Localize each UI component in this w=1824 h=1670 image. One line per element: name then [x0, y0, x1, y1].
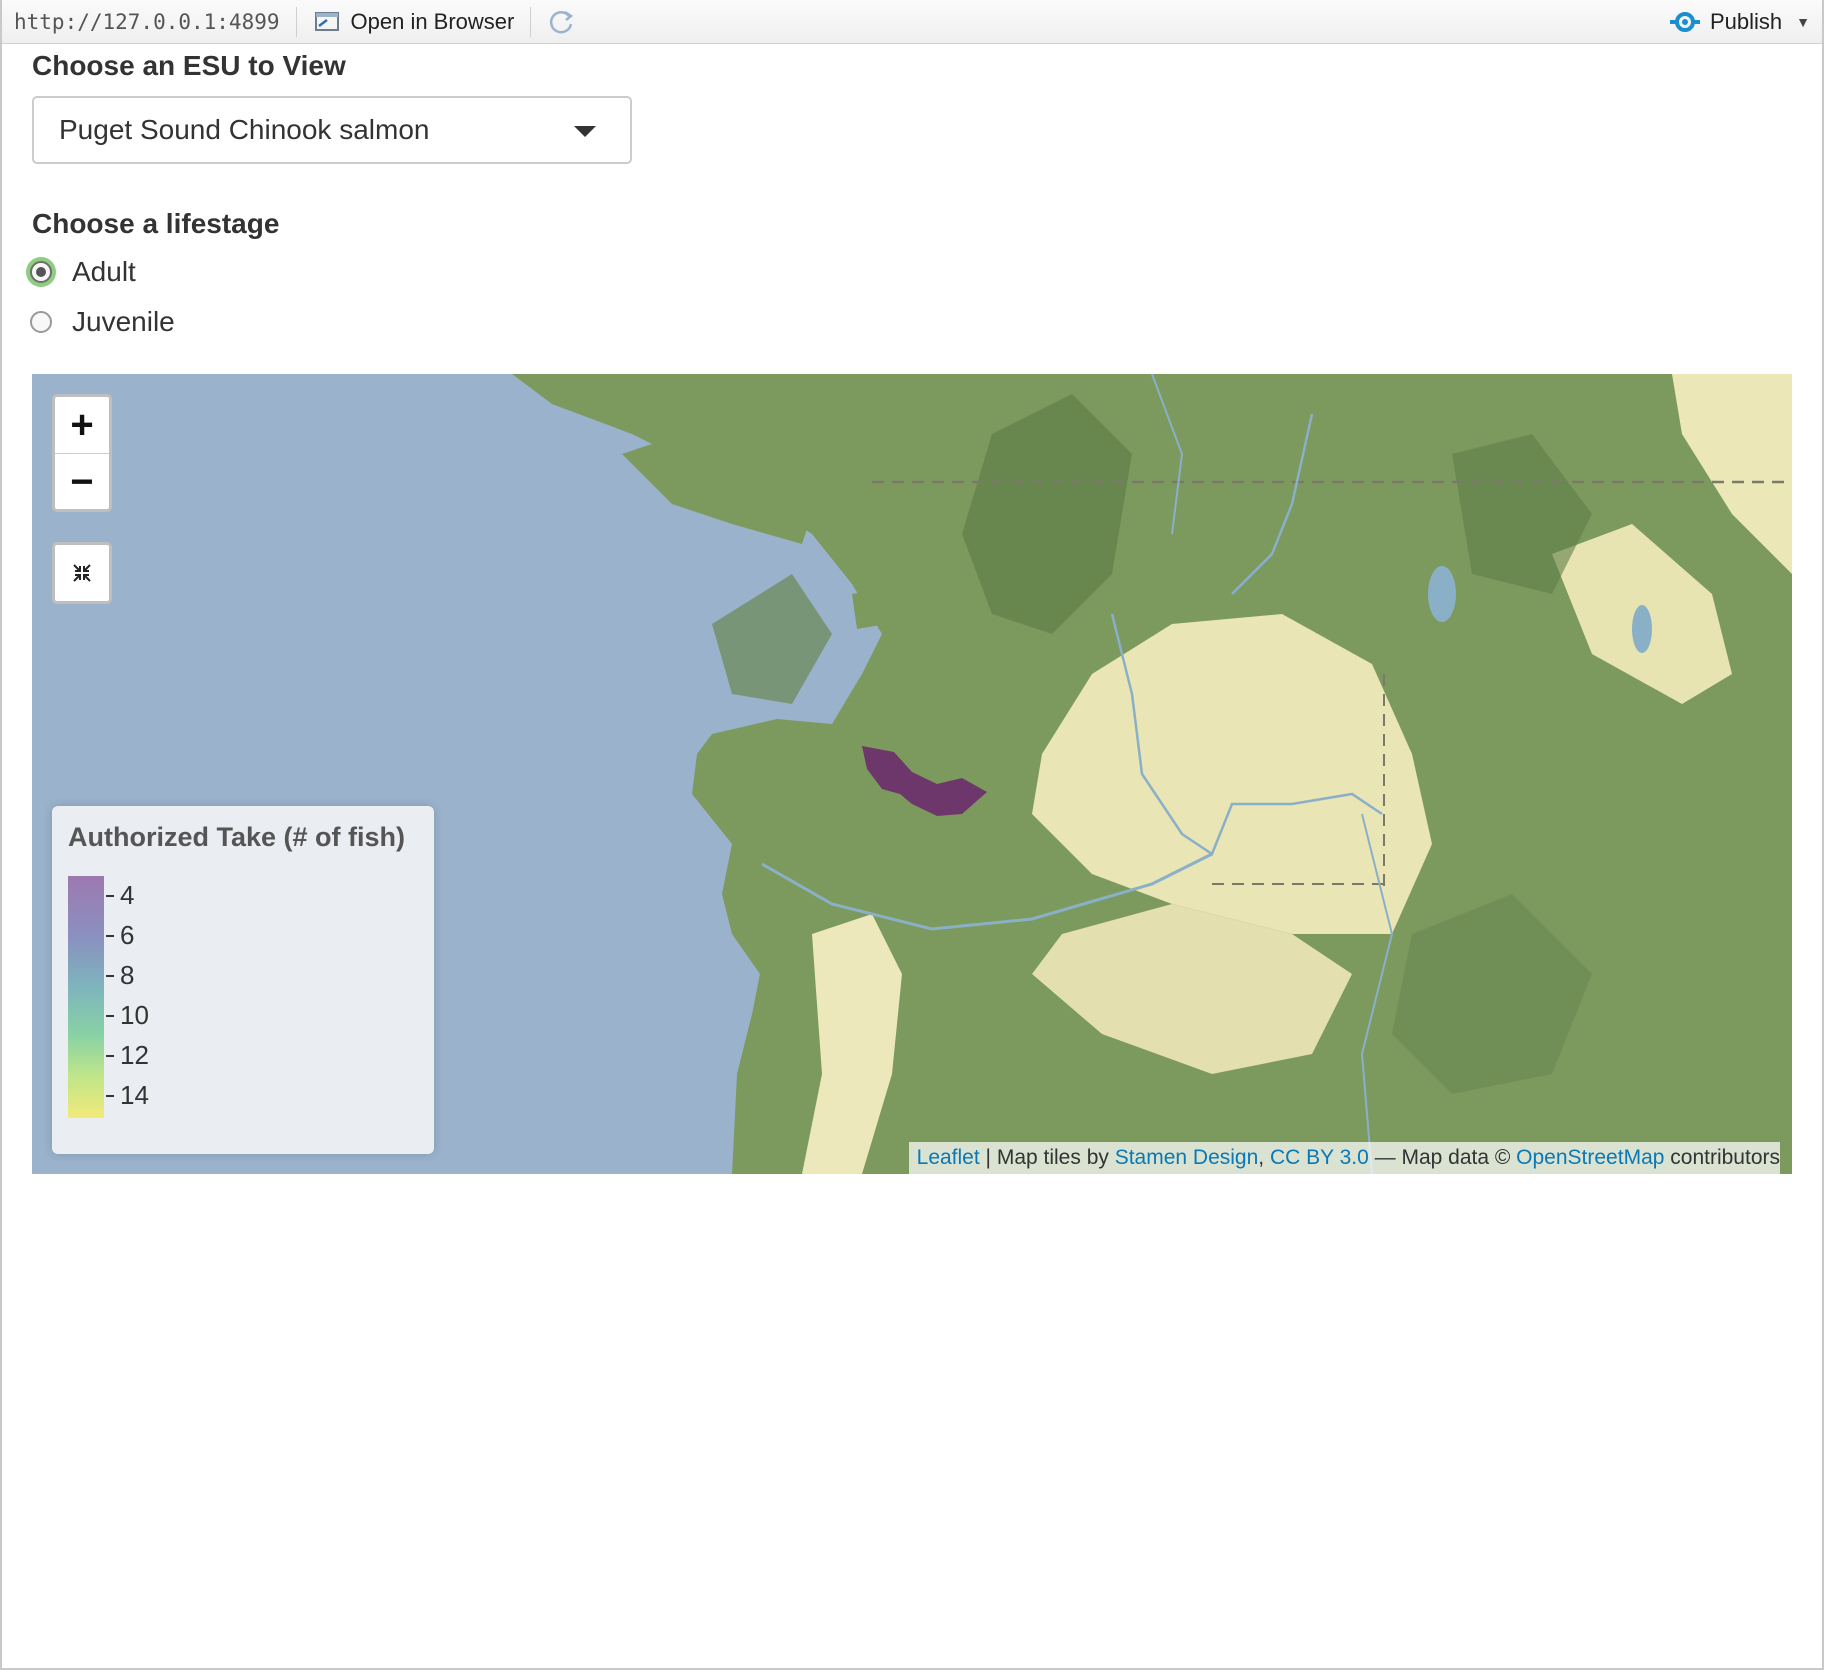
legend-color-bar [68, 876, 104, 1118]
map-legend: Authorized Take (# of fish) 4 6 8 10 12 … [52, 806, 434, 1154]
leaflet-link[interactable]: Leaflet [917, 1146, 980, 1170]
legend-tick: 6 [106, 920, 134, 951]
attribution-text: | Map tiles by [979, 1146, 1115, 1169]
radio-button-juvenile[interactable] [30, 311, 52, 333]
legend-tick: 4 [106, 880, 134, 911]
zoom-out-button[interactable]: − [55, 453, 109, 509]
legend-tick: 14 [106, 1080, 149, 1111]
esu-select[interactable]: Puget Sound Chinook salmon [32, 96, 632, 164]
zoom-in-button[interactable]: + [55, 397, 109, 453]
toolbar-divider [530, 6, 532, 37]
radio-option-adult[interactable]: Adult [30, 256, 136, 288]
collapse-icon [73, 564, 91, 582]
osm-link[interactable]: OpenStreetMap [1516, 1146, 1664, 1170]
publish-button[interactable]: Publish ▼ [1668, 0, 1810, 44]
publish-icon [1669, 12, 1700, 32]
attribution-text: contributors [1664, 1146, 1780, 1169]
legend-tick: 8 [106, 960, 134, 991]
toolbar-divider [295, 6, 297, 37]
radio-label-adult: Adult [72, 256, 136, 287]
zoom-control: + − [52, 394, 112, 512]
dropdown-caret-icon [574, 126, 596, 137]
attribution-text: — Map data © [1368, 1146, 1517, 1169]
esu-selected-value: Puget Sound Chinook salmon [59, 114, 430, 145]
viewer-toolbar: http://127.0.0.1:4899 Open in Browser Pu… [0, 0, 1824, 44]
cc-license-link[interactable]: CC BY 3.0 [1270, 1146, 1369, 1170]
refresh-icon [550, 10, 574, 33]
refresh-button[interactable] [547, 7, 577, 37]
legend-title: Authorized Take (# of fish) [68, 822, 406, 852]
reset-view-button[interactable] [52, 542, 112, 604]
chevron-down-icon: ▼ [1796, 14, 1810, 30]
open-in-browser-label: Open in Browser [350, 8, 515, 34]
lifestage-label: Choose a lifestage [32, 208, 280, 239]
esu-label: Choose an ESU to View [32, 50, 346, 81]
browser-icon [314, 11, 339, 31]
stamen-link[interactable]: Stamen Design [1115, 1146, 1259, 1170]
legend-tick: 10 [106, 1000, 149, 1031]
radio-label-juvenile: Juvenile [72, 306, 175, 337]
legend-tick: 12 [106, 1040, 149, 1071]
map-attribution: Leaflet | Map tiles by Stamen Design , C… [908, 1142, 1780, 1174]
publish-label: Publish [1709, 9, 1783, 34]
open-in-browser-button[interactable]: Open in Browser [313, 8, 515, 35]
radio-option-juvenile[interactable]: Juvenile [30, 306, 175, 338]
url-display: http://127.0.0.1:4899 [14, 9, 280, 34]
leaflet-map[interactable]: + − Authorized Take (# of fish) 4 6 8 10… [32, 374, 1792, 1174]
radio-button-adult[interactable] [30, 261, 52, 283]
attribution-text: , [1258, 1146, 1270, 1169]
